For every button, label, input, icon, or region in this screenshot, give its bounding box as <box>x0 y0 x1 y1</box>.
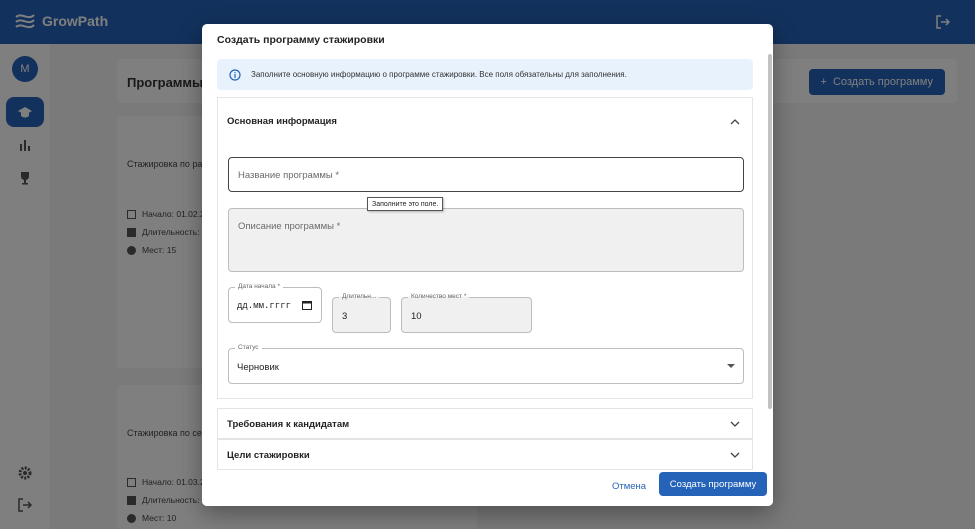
dropdown-arrow-icon[interactable] <box>727 364 735 368</box>
create-program-dialog: Создать программу стажировки Заполните о… <box>202 24 773 506</box>
status-select[interactable]: Статус Черновик <box>228 344 744 384</box>
info-text: Заполните основную информацию о программ… <box>251 70 627 79</box>
section-basic-title[interactable]: Основная информация <box>227 116 337 127</box>
status-label: Статус <box>235 344 262 351</box>
program-description-field[interactable]: Описание программы * <box>228 208 744 272</box>
submit-create-button[interactable]: Создать программу <box>659 472 767 496</box>
duration-value: 3 <box>342 311 348 322</box>
program-name-placeholder: Название программы * <box>238 170 340 181</box>
info-icon <box>229 68 241 81</box>
status-value: Черновик <box>237 362 279 373</box>
program-description-placeholder: Описание программы * <box>238 221 341 232</box>
section-goals-title: Цели стажировки <box>227 450 310 461</box>
validation-tooltip: Заполните это поле. <box>367 197 444 211</box>
start-date-field[interactable]: Дата начала * дд.мм.гггг <box>228 283 322 323</box>
section-requirements[interactable]: Требования к кандидатам <box>217 408 753 439</box>
start-date-label: Дата начала * <box>235 283 284 290</box>
program-name-field[interactable]: Название программы * <box>228 157 744 192</box>
dialog-footer: Отмена Создать программу <box>202 470 773 506</box>
dialog-scrollbar[interactable] <box>768 54 772 409</box>
section-basic-info: Основная информация Название программы *… <box>217 97 753 399</box>
info-alert: Заполните основную информацию о программ… <box>217 59 753 90</box>
section-goals[interactable]: Цели стажировки <box>217 439 753 470</box>
dialog-title: Создать программу стажировки <box>217 34 385 46</box>
chevron-down-icon <box>730 421 740 427</box>
seats-label: Количество мест * <box>408 293 470 300</box>
duration-field[interactable]: Длительн... 3 <box>332 293 391 333</box>
seats-value: 10 <box>411 311 422 322</box>
chevron-down-icon <box>730 452 740 458</box>
calendar-icon[interactable] <box>302 300 312 310</box>
cancel-button[interactable]: Отмена <box>612 476 646 496</box>
chevron-up-icon[interactable] <box>730 119 740 125</box>
start-date-value: дд.мм.гггг <box>237 301 292 311</box>
section-requirements-title: Требования к кандидатам <box>227 419 350 430</box>
duration-label: Длительн... <box>339 293 380 300</box>
seats-field[interactable]: Количество мест * 10 <box>401 293 532 333</box>
